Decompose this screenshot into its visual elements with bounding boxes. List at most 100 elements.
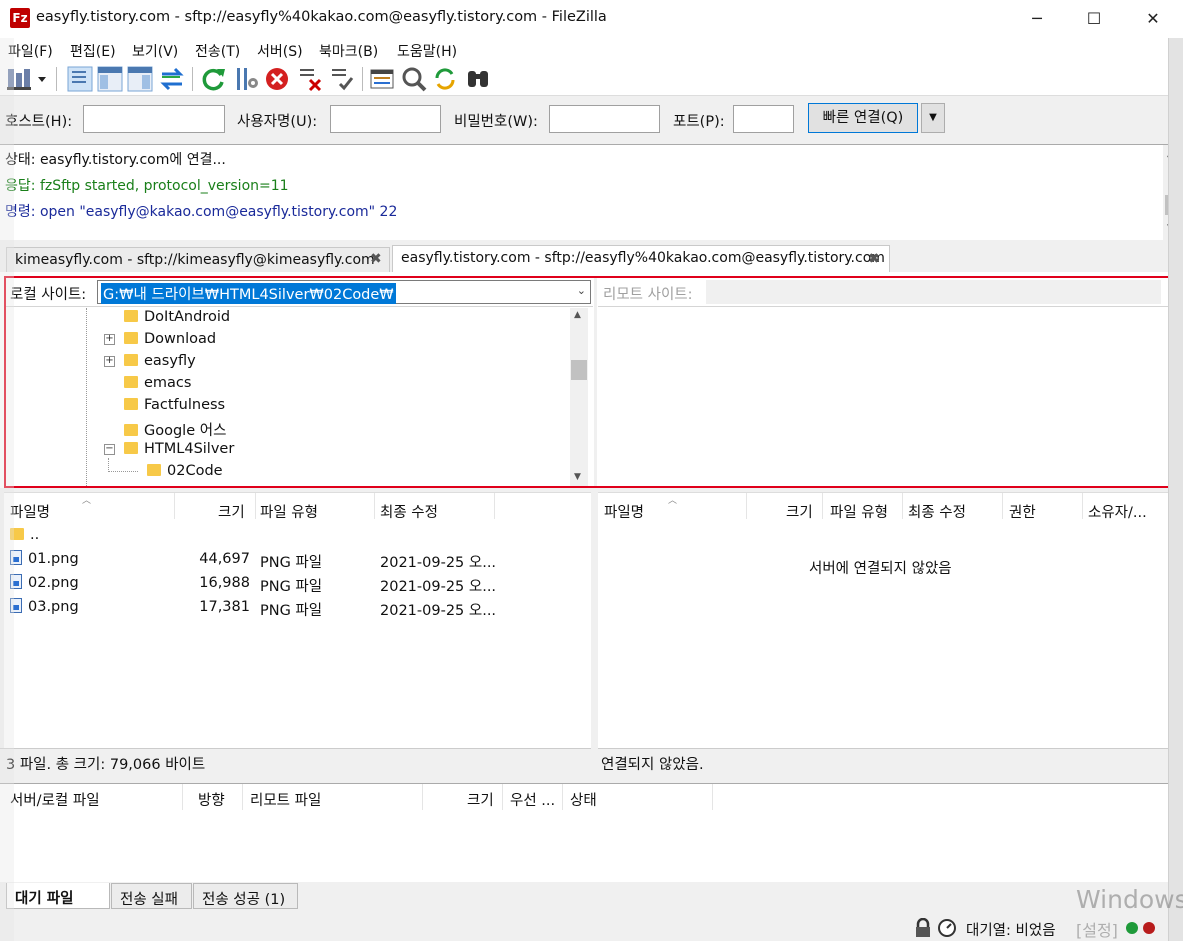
expand-icon[interactable]: + bbox=[104, 334, 115, 345]
toggle-local-tree-icon[interactable] bbox=[96, 65, 124, 93]
tree-folder[interactable]: Download bbox=[124, 331, 216, 347]
window-frame bbox=[1168, 38, 1183, 941]
menu-edit[interactable]: 편집(E) bbox=[70, 41, 116, 61]
log-line: 상태: easyfly.tistory.com에 연결... bbox=[5, 152, 226, 168]
port-input[interactable] bbox=[733, 105, 794, 133]
folder-icon bbox=[147, 464, 161, 476]
queue-col-local[interactable]: 서버/로컬 파일 bbox=[10, 789, 100, 810]
menu-server[interactable]: 서버(S) bbox=[257, 41, 303, 61]
col-filename[interactable]: 파일명 bbox=[604, 501, 644, 522]
speed-limit-icon[interactable] bbox=[937, 918, 957, 938]
tab-failed-transfers[interactable]: 전송 실패 bbox=[111, 883, 192, 909]
tab-kimeasyfly[interactable]: kimeasyfly.com - sftp://kimeasyfly@kimea… bbox=[6, 247, 390, 273]
expand-icon[interactable]: + bbox=[104, 356, 115, 367]
remote-file-list: ︿ 파일명 크기 파일 유형 최종 수정 권한 소유자/... 서버에 연결되지… bbox=[598, 492, 1176, 748]
windows-activation-watermark: Windows bbox=[1076, 885, 1183, 914]
cancel-icon[interactable] bbox=[263, 65, 291, 93]
queue-col-status[interactable]: 상태 bbox=[570, 789, 597, 810]
col-modified[interactable]: 최종 수정 bbox=[380, 501, 438, 522]
toggle-comparison-icon[interactable] bbox=[400, 65, 428, 93]
host-input[interactable] bbox=[83, 105, 225, 133]
local-file-list: ︿ 파일명 크기 파일 유형 최종 수정 .. 01.png 44,697 PN… bbox=[4, 492, 591, 748]
transfer-indicator-icon bbox=[1126, 922, 1155, 934]
site-panes: 로컬 사이트: G:₩내 드라이브₩HTML4Silver₩02Code₩ ⌄ … bbox=[0, 272, 1183, 488]
local-tree-scrollbar[interactable]: ▲ ▼ bbox=[570, 308, 588, 486]
site-manager-icon[interactable] bbox=[6, 65, 46, 93]
col-permissions[interactable]: 권한 bbox=[1009, 501, 1036, 522]
collapse-icon[interactable]: − bbox=[104, 444, 115, 455]
minimize-icon[interactable]: ─ bbox=[1014, 0, 1060, 38]
list-item[interactable]: 01.png 44,697 PNG 파일 2021-09-25 오... bbox=[10, 549, 590, 573]
windows-activation-watermark: [설정] bbox=[1076, 921, 1118, 940]
sync-browsing-icon[interactable] bbox=[431, 65, 459, 93]
list-item[interactable]: 03.png 17,381 PNG 파일 2021-09-25 오... bbox=[10, 597, 590, 621]
not-connected-message: 서버에 연결되지 않았음 bbox=[809, 561, 952, 577]
disconnect-icon[interactable] bbox=[296, 65, 324, 93]
col-modified[interactable]: 최종 수정 bbox=[908, 501, 966, 522]
queue-col-remote[interactable]: 리모트 파일 bbox=[250, 789, 321, 810]
tab-successful-transfers[interactable]: 전송 성공 (1) bbox=[193, 883, 298, 909]
col-size[interactable]: 크기 bbox=[218, 501, 245, 522]
chevron-down-icon[interactable]: ⌄ bbox=[577, 284, 586, 297]
col-filetype[interactable]: 파일 유형 bbox=[260, 501, 318, 522]
list-item[interactable]: .. bbox=[10, 527, 39, 543]
queue-col-direction[interactable]: 방향 bbox=[198, 789, 225, 810]
queue-col-size[interactable]: 크기 bbox=[467, 789, 494, 810]
tree-folder[interactable]: Google 어스 bbox=[124, 419, 226, 440]
folder-icon bbox=[10, 528, 24, 540]
password-label: 비밀번호(W): bbox=[454, 114, 538, 130]
remote-path-combobox[interactable]: ⌄ bbox=[706, 280, 1175, 304]
toggle-remote-tree-icon[interactable] bbox=[126, 65, 154, 93]
local-status: 3 파일. 총 크기: 79,066 바이트 bbox=[6, 757, 206, 773]
password-input[interactable] bbox=[549, 105, 660, 133]
maximize-icon[interactable]: ☐ bbox=[1071, 0, 1117, 38]
col-size[interactable]: 크기 bbox=[786, 501, 813, 522]
queue-status: 대기열: 비었음 bbox=[966, 923, 1056, 939]
col-filename[interactable]: 파일명 bbox=[10, 501, 50, 522]
search-icon[interactable] bbox=[464, 65, 492, 93]
tab-queued-files[interactable]: 대기 파일 bbox=[6, 883, 110, 909]
menu-bar: 파일(F) 편집(E) 보기(V) 전송(T) 서버(S) 북마크(B) 도움말… bbox=[0, 38, 1183, 62]
host-label: 호스트(H): bbox=[5, 114, 73, 130]
transfer-queue: 서버/로컬 파일 방향 리모트 파일 크기 우선 ... 상태 bbox=[0, 783, 1183, 883]
remote-site-label: 리모트 사이트: bbox=[603, 287, 693, 303]
menu-bookmarks[interactable]: 북마크(B) bbox=[319, 41, 378, 61]
log-line: 응답: fzSftp started, protocol_version=11 bbox=[5, 178, 289, 194]
tree-folder[interactable]: easyfly bbox=[124, 353, 196, 369]
menu-transfer[interactable]: 전송(T) bbox=[195, 41, 240, 61]
message-log: 상태: easyfly.tistory.com에 연결... 응답: fzSft… bbox=[0, 144, 1183, 240]
tree-folder[interactable]: HTML4Silver bbox=[124, 441, 234, 457]
folder-icon bbox=[124, 442, 138, 454]
quickconnect-button[interactable]: 빠른 연결(Q) bbox=[808, 103, 918, 133]
title-bar: Fz easyfly.tistory.com - sftp://easyfly%… bbox=[0, 0, 1183, 38]
menu-view[interactable]: 보기(V) bbox=[132, 41, 178, 61]
col-owner[interactable]: 소유자/... bbox=[1088, 501, 1147, 522]
col-filetype[interactable]: 파일 유형 bbox=[830, 501, 888, 522]
local-path-value: G:₩내 드라이브₩HTML4Silver₩02Code₩ bbox=[101, 283, 396, 304]
user-input[interactable] bbox=[330, 105, 441, 133]
lock-icon bbox=[916, 918, 930, 937]
list-item[interactable]: 02.png 16,988 PNG 파일 2021-09-25 오... bbox=[10, 573, 590, 597]
toggle-log-icon[interactable] bbox=[66, 65, 94, 93]
close-tab-icon[interactable]: ✖ bbox=[868, 251, 880, 267]
menu-help[interactable]: 도움말(H) bbox=[397, 41, 457, 61]
queue-col-priority[interactable]: 우선 ... bbox=[510, 789, 555, 810]
sort-ascending-icon: ︿ bbox=[82, 496, 92, 506]
log-line: 명령: open "easyfly@kakao.com@easyfly.tist… bbox=[5, 204, 398, 220]
reconnect-icon[interactable] bbox=[328, 65, 356, 93]
menu-file[interactable]: 파일(F) bbox=[8, 41, 53, 61]
folder-icon bbox=[124, 332, 138, 344]
quickconnect-dropdown-icon[interactable]: ▼ bbox=[921, 103, 945, 133]
close-tab-icon[interactable]: ✖ bbox=[370, 251, 382, 267]
tab-easyfly[interactable]: easyfly.tistory.com - sftp://easyfly%40k… bbox=[392, 245, 890, 274]
tree-folder[interactable]: DoItAndroid bbox=[124, 309, 230, 325]
refresh-icon[interactable] bbox=[199, 65, 227, 93]
local-path-combobox[interactable]: G:₩내 드라이브₩HTML4Silver₩02Code₩ ⌄ bbox=[97, 280, 591, 304]
tree-folder[interactable]: Factfulness bbox=[124, 397, 225, 413]
tree-folder-selected[interactable]: 02Code bbox=[147, 463, 223, 479]
process-queue-icon[interactable] bbox=[232, 65, 260, 93]
tree-folder[interactable]: emacs bbox=[124, 375, 191, 391]
toggle-queue-icon[interactable] bbox=[158, 65, 186, 93]
directory-listing-filter-icon[interactable] bbox=[368, 65, 396, 93]
close-icon[interactable]: ✕ bbox=[1130, 0, 1176, 38]
